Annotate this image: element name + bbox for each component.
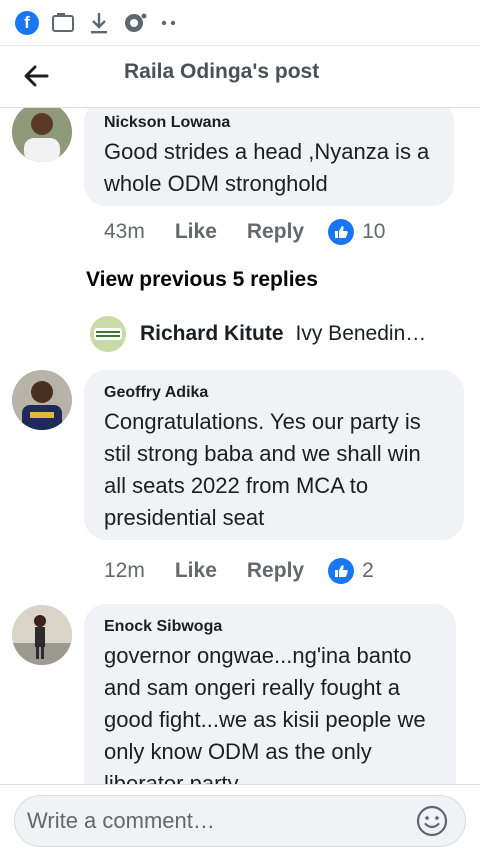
comments-feed[interactable]: Nickson Lowana Good strides a head ,Nyan… [0,108,480,784]
comment-time: 12m [104,559,145,582]
comment-text: governor ongwae...ng'ina banto and sam o… [104,643,426,784]
reply-preview[interactable]: Richard Kitute Ivy Benedin… [90,316,426,352]
view-previous-replies[interactable]: View previous 5 replies [86,268,318,292]
like-button[interactable]: Like [175,220,217,244]
comment-author[interactable]: Nickson Lowana [104,114,434,132]
like-reaction-icon[interactable] [328,219,355,245]
avatar[interactable] [12,370,72,430]
comment-bubble[interactable]: Geoffry Adika Congratulations. Yes our p… [84,370,464,540]
comment-composer: Write a comment… [0,784,480,854]
comment-bubble[interactable]: Enock Sibwoga governor ongwae...ng'ina b… [84,604,456,784]
screenshot-icon [50,10,76,36]
download-icon [86,10,112,36]
avatar[interactable] [90,316,126,352]
reply-button[interactable]: Reply [247,559,304,583]
comment-text: Good strides a head ,Nyanza is a whole O… [104,139,430,196]
avatar[interactable] [12,605,72,665]
back-arrow-icon [24,65,49,87]
like-button[interactable]: Like [175,559,217,583]
more-dots-icon [156,10,182,36]
back-button[interactable] [16,56,56,96]
avatar[interactable] [12,108,72,162]
reaction-count[interactable]: 2 [362,559,374,583]
smiley-icon[interactable] [415,804,449,838]
reply-button[interactable]: Reply [247,220,304,244]
comment-input[interactable]: Write a comment… [14,795,466,847]
comment-text: Congratulations. Yes our party is stil s… [104,409,421,530]
comment-placeholder: Write a comment… [27,808,215,833]
facebook-icon: f [14,10,40,36]
reaction-count[interactable]: 10 [362,220,385,244]
reply-author[interactable]: Richard Kitute [140,322,284,346]
comment-author[interactable]: Geoffry Adika [104,384,444,402]
chat-icon [122,10,148,36]
status-bar: f [0,0,480,46]
page-title: Raila Odinga's post [124,60,320,83]
comment-actions: 43m Like Reply 10 [104,216,385,248]
reply-snippet: Ivy Benedin… [295,322,427,345]
post-header: Raila Odinga's post [0,46,480,108]
comment-author[interactable]: Enock Sibwoga [104,618,436,636]
comment-actions: 12m Like Reply 2 [104,555,374,587]
comment-time: 43m [104,220,145,243]
comment-bubble[interactable]: Nickson Lowana Good strides a head ,Nyan… [84,108,454,206]
like-reaction-icon[interactable] [328,558,355,584]
